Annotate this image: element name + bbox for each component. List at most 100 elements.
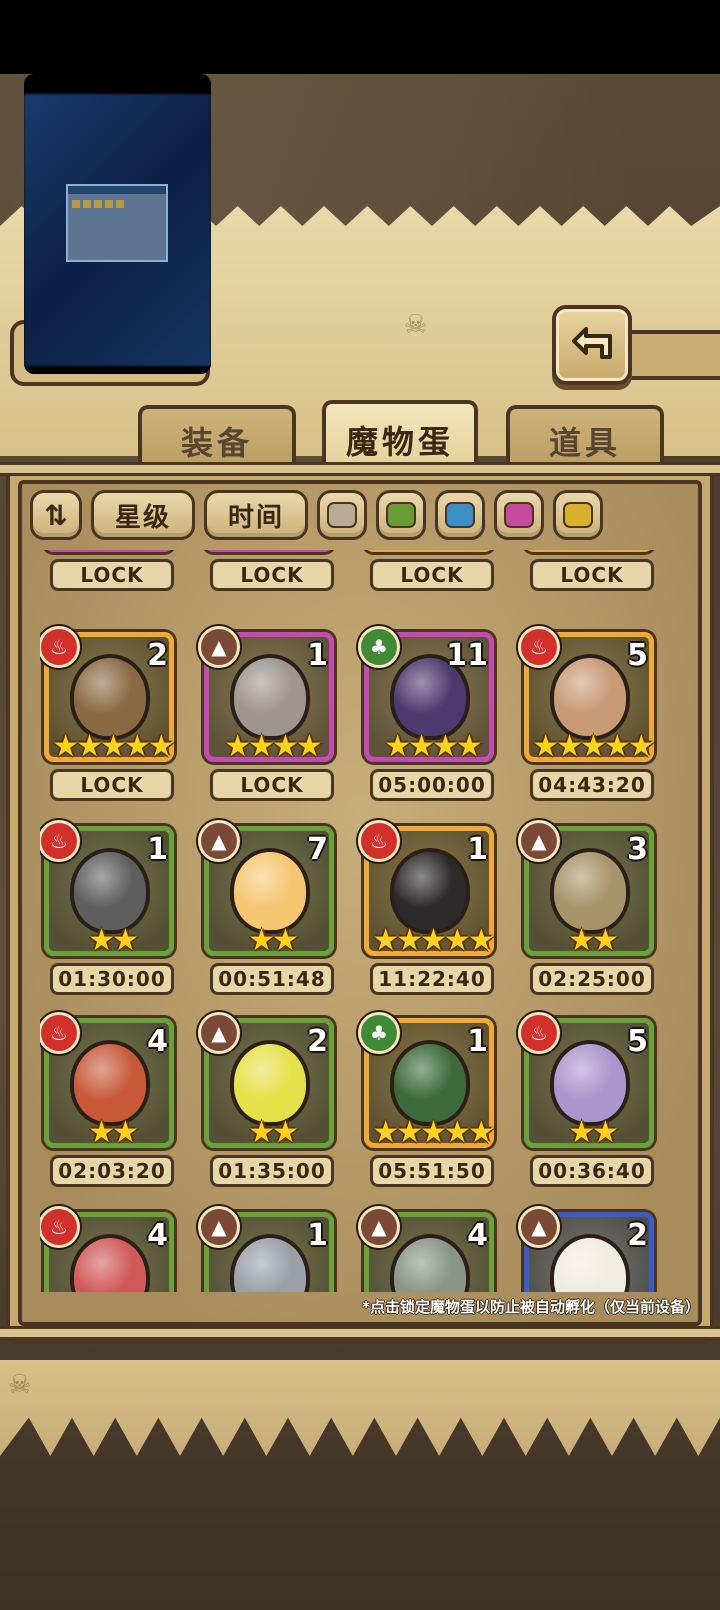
- lock-label: LOCK: [50, 559, 174, 591]
- star-rating: ★★★★★: [530, 550, 654, 552]
- color-swatch: [327, 502, 357, 528]
- earth-element-icon: ▲: [198, 1012, 240, 1054]
- status-bar: [0, 0, 720, 74]
- monster-egg-icon: [70, 848, 150, 934]
- filter-gray-button[interactable]: [317, 490, 367, 540]
- egg-card[interactable]: ▲ 2 ★★ 01:35:00: [198, 1012, 334, 1190]
- star-rating: ★★: [88, 923, 139, 958]
- dialog-chips: [68, 194, 166, 214]
- monster-egg-icon: [230, 654, 310, 740]
- fire-element-icon: ♨: [40, 1012, 80, 1054]
- star-rating: ★★★★★: [52, 729, 174, 764]
- egg-card[interactable]: ♨ 5 ★★ 00:36:40: [518, 1012, 654, 1190]
- egg-card[interactable]: ▲ 7 ★★ 00:51:48: [198, 820, 334, 998]
- monster-egg-icon: [390, 1040, 470, 1126]
- color-swatch: [445, 502, 475, 528]
- egg-card[interactable]: ★★★★★ LOCK: [360, 550, 495, 594]
- star-rating: ★★: [88, 1115, 139, 1150]
- egg-card[interactable]: ★★★★ LOCK: [200, 550, 334, 594]
- egg-card[interactable]: ★★★★★ LOCK: [520, 550, 655, 594]
- egg-card[interactable]: ♨ 1 ★★★★★ 11:22:40: [358, 820, 495, 998]
- panel-rail-top: [0, 462, 720, 476]
- fire-element-icon: ♨: [358, 820, 400, 862]
- egg-grid: ★★★★LOCK★★★★LOCK★★★★★LOCK★★★★★LOCK♨2★★★★…: [40, 550, 670, 1292]
- egg-card[interactable]: ♨ 5 ★★★★★ 04:43:20: [518, 626, 655, 804]
- time-sort-label: 时间: [227, 502, 284, 533]
- star-rating: ★★★★: [50, 550, 174, 552]
- star-rating: ★★: [248, 1115, 299, 1150]
- monster-egg-icon: [550, 1040, 630, 1126]
- hatch-timer: 00:36:40: [530, 1155, 654, 1187]
- egg-card[interactable]: ▲2★★: [518, 1206, 654, 1292]
- star-rating: ★★: [568, 1115, 619, 1150]
- hatch-timer: 01:35:00: [210, 1155, 334, 1187]
- egg-card[interactable]: ▲ 3 ★★ 02:25:00: [518, 820, 654, 998]
- fire-element-icon: ♨: [518, 626, 560, 668]
- egg-count: 3: [627, 832, 648, 867]
- egg-card[interactable]: ▲4★★: [358, 1206, 494, 1292]
- sort-toggle-icon: ⇅: [44, 498, 68, 532]
- lock-label: LOCK: [50, 769, 174, 801]
- hatch-timer: 04:43:20: [530, 769, 654, 801]
- egg-card[interactable]: ♨ 4 ★★ 02:03:20: [40, 1012, 174, 1190]
- hatch-timer: 05:51:50: [370, 1155, 494, 1187]
- back-rail: [630, 330, 720, 380]
- star-sort-button[interactable]: 星级: [91, 490, 195, 540]
- egg-count: 5: [627, 1024, 648, 1059]
- monster-egg-icon: [390, 848, 470, 934]
- monster-egg-icon: [550, 654, 630, 740]
- hatch-timer: 00:51:48: [210, 963, 334, 995]
- egg-count: 5: [627, 638, 648, 673]
- sort-toggle-button[interactable]: ⇅: [30, 490, 82, 540]
- earth-element-icon: ▲: [198, 626, 240, 668]
- star-rating: ★★★★★: [532, 729, 654, 764]
- hatch-timer: 01:30:00: [50, 963, 174, 995]
- egg-count: 1: [307, 1218, 328, 1253]
- egg-count: 4: [147, 1218, 168, 1253]
- star-rating: ★★: [568, 923, 619, 958]
- star-rating: ★★★★★: [370, 550, 494, 552]
- star-rating: ★★★★★: [372, 1115, 494, 1150]
- time-sort-button[interactable]: 时间: [204, 490, 308, 540]
- lock-label: LOCK: [210, 769, 334, 801]
- wind-element-icon: ♣: [358, 1012, 400, 1054]
- earth-element-icon: ▲: [518, 1206, 560, 1248]
- star-sort-label: 星级: [114, 502, 171, 533]
- panel-rail-bottom: [0, 1326, 720, 1340]
- star-rating: ★★★★: [210, 550, 334, 552]
- egg-card[interactable]: ▲ 1 ★★★★ LOCK: [198, 626, 334, 804]
- back-button[interactable]: [552, 305, 632, 385]
- filter-blue-button[interactable]: [435, 490, 485, 540]
- egg-card[interactable]: ♨4★★: [40, 1206, 174, 1292]
- star-rating: ★★: [248, 923, 299, 958]
- lock-label: LOCK: [370, 559, 494, 591]
- skull-icon: ☠: [8, 1370, 32, 1400]
- hatch-timer: 02:25:00: [530, 963, 654, 995]
- recorder-preview-dialog: [66, 184, 168, 262]
- filter-gold-button[interactable]: [553, 490, 603, 540]
- egg-count: 2: [307, 1024, 328, 1059]
- back-arrow-icon: [572, 327, 612, 359]
- monster-egg-icon: [70, 1040, 150, 1126]
- egg-card[interactable]: ♣ 11 ★★★★ 05:00:00: [358, 626, 494, 804]
- fire-element-icon: ♨: [40, 820, 80, 862]
- filter-pink-button[interactable]: [494, 490, 544, 540]
- egg-card[interactable]: ♨ 2 ★★★★★ LOCK: [40, 626, 175, 804]
- filter-green-button[interactable]: [376, 490, 426, 540]
- egg-count: 2: [147, 638, 168, 673]
- fire-element-icon: ♨: [40, 1206, 80, 1248]
- hatch-timer: 05:00:00: [370, 769, 494, 801]
- egg-count: 2: [627, 1218, 648, 1253]
- egg-count: 1: [147, 832, 168, 867]
- egg-card[interactable]: ♣ 1 ★★★★★ 05:51:50: [358, 1012, 495, 1190]
- screen-recorder-overlay[interactable]: [24, 74, 211, 374]
- star-rating: ★★★★: [384, 729, 483, 764]
- hatch-timer: 02:03:20: [50, 1155, 174, 1187]
- color-swatch: [504, 502, 534, 528]
- tab-label: 魔物蛋: [345, 423, 454, 461]
- egg-card[interactable]: ▲1★★: [198, 1206, 334, 1292]
- egg-card[interactable]: ★★★★ LOCK: [40, 550, 174, 594]
- egg-card[interactable]: ♨ 1 ★★ 01:30:00: [40, 820, 174, 998]
- egg-count: 4: [467, 1218, 488, 1253]
- lock-hint-text: *点击锁定魔物蛋以防止被自动孵化（仅当前设备）: [362, 1298, 700, 1316]
